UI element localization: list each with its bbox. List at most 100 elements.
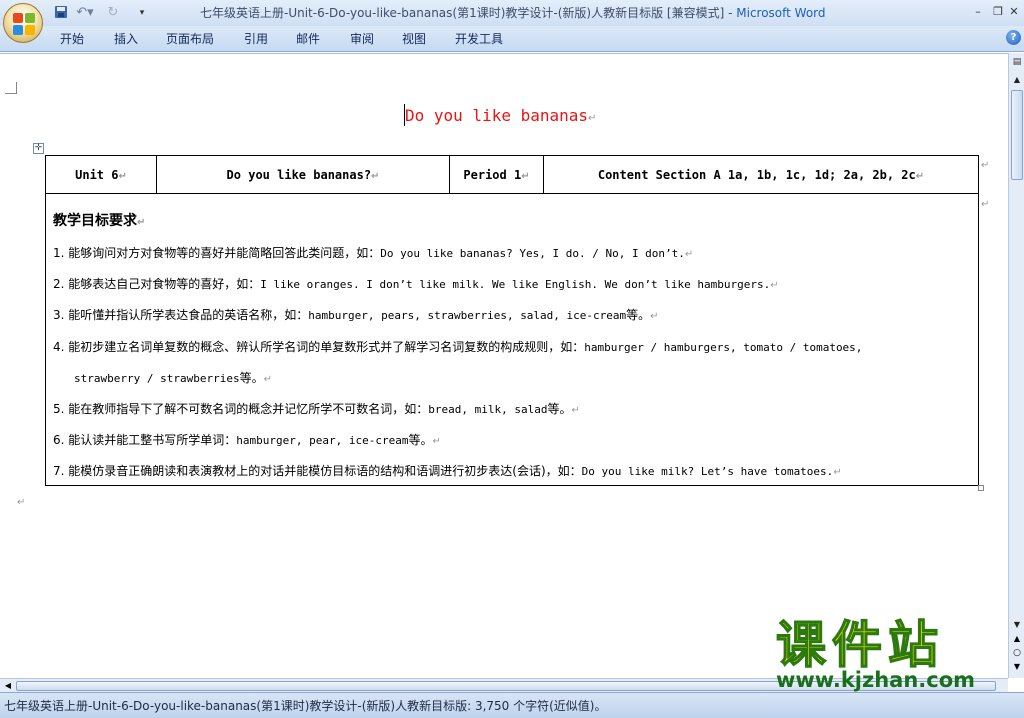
objectives-title: 教学目标要求↵ — [53, 213, 145, 231]
close-button[interactable]: ✕ — [1006, 4, 1022, 20]
view-ruler-icon[interactable]: ▤ — [1010, 56, 1024, 68]
objective-item: 4. 能初步建立名词单复数的概念、辨认所学名词的单复数形式并了解学习名词复数的构… — [53, 339, 862, 356]
undo-icon[interactable]: ↶▾ — [74, 5, 96, 21]
tab-view[interactable]: 视图 — [402, 32, 426, 46]
vertical-scrollbar[interactable]: ▤ ▲ ▼ ▲ ○ ▼ — [1008, 53, 1024, 678]
maximize-button[interactable]: ❐ — [990, 4, 1006, 20]
objective-en: Do you like milk? Let’s have tomatoes. — [581, 465, 834, 478]
objective-item: 7. 能模仿录音正确朗读和表演教材上的对话并能模仿目标语的结构和语调进行初步表达… — [53, 463, 842, 481]
paragraph-mark: ↵ — [833, 467, 842, 478]
cell-mark: ↵ — [915, 171, 925, 182]
objective-cn: 1. 能够询问对方对食物等的喜好并能简略回答此类问题，如： — [53, 246, 381, 260]
tab-mailings[interactable]: 邮件 — [296, 32, 320, 46]
objective-cn: 2. 能够表达自己对食物等的喜好，如： — [53, 277, 261, 291]
logo-tile-red — [13, 13, 23, 23]
paragraph-mark: ↵ — [263, 374, 272, 385]
minimize-button[interactable]: – — [970, 4, 986, 20]
objective-item: 5. 能在教师指导下了解不可数名词的概念并记忆所学不可数名词，如：bread, … — [53, 401, 580, 419]
row-end-mark: ↵ — [981, 160, 990, 171]
paragraph-mark: ↵ — [684, 249, 694, 260]
next-page-icon[interactable]: ▼ — [1010, 661, 1024, 673]
select-browse-object-icon[interactable]: ○ — [1010, 647, 1024, 659]
objective-cn-after: 等。 — [408, 433, 433, 447]
cell-period[interactable]: Period 1↵ — [450, 156, 543, 194]
status-text: 七年级英语上册-Unit-6-Do-you-like-bananas(第1课时)… — [4, 699, 607, 713]
lesson-table[interactable]: Unit 6↵ Do you like bananas?↵ Period 1↵ … — [45, 155, 979, 486]
scroll-down-icon[interactable]: ▼ — [1010, 618, 1024, 632]
objective-cn: 3. 能听懂并指认所学表达食品的英语名称，如： — [53, 308, 309, 322]
cell-title-text: Do you like bananas? — [226, 168, 372, 182]
objective-en: hamburger, pears, strawberries, salad, i… — [308, 309, 627, 322]
tab-references[interactable]: 引用 — [244, 32, 268, 46]
objective-en: Do you like bananas? Yes, I do. / No, I … — [380, 247, 685, 260]
after-table-paragraph-mark: ↵ — [17, 497, 26, 508]
objective-cn: 4. 能初步建立名词单复数的概念、辨认所学名词的单复数形式并了解学习名词复数的构… — [53, 340, 585, 354]
logo-tile-yellow — [25, 25, 35, 35]
previous-page-icon[interactable]: ▲ — [1010, 633, 1024, 645]
logo-tile-blue — [13, 25, 23, 35]
cell-mark: ↵ — [118, 171, 127, 182]
objectives-title-text: 教学目标要求 — [53, 213, 137, 229]
objective-item-continued: strawberry / strawberries等。↵ — [74, 370, 272, 388]
title-separator: - — [724, 6, 737, 20]
objectives-cell[interactable]: 教学目标要求↵ 1. 能够询问对方对食物等的喜好并能简略回答此类问题，如：Do … — [46, 195, 978, 485]
status-bar: 七年级英语上册-Unit-6-Do-you-like-bananas(第1课时)… — [0, 692, 1024, 718]
objective-item: 3. 能听懂并指认所学表达食品的英语名称，如：hamburger, pears,… — [53, 307, 659, 325]
cell-mark: ↵ — [521, 171, 530, 182]
save-icon[interactable] — [53, 5, 69, 21]
cell-unit-text: Unit 6 — [75, 168, 119, 182]
document-title: 七年级英语上册-Unit-6-Do-you-like-bananas(第1课时)… — [200, 6, 725, 20]
objective-cn: 6. 能认读并能工整书写所学单词： — [53, 433, 237, 447]
cell-period-text: Period 1 — [463, 168, 522, 182]
watermark-url: www.kjzhan.com — [776, 668, 976, 692]
objective-en: bread, milk, salad — [428, 403, 548, 416]
objective-en: hamburger / hamburgers, tomato / tomatoe… — [584, 341, 863, 354]
ribbon-tabs: 开始 插入 页面布局 引用 邮件 审阅 视图 开发工具 ? — [0, 26, 1024, 52]
window-title: 七年级英语上册-Unit-6-Do-you-like-bananas(第1课时)… — [200, 5, 826, 21]
table-header-row: Unit 6↵ Do you like bananas?↵ Period 1↵ … — [46, 156, 978, 194]
scroll-left-icon[interactable]: ◀ — [2, 680, 14, 692]
office-logo-icon — [13, 13, 35, 35]
page-corner-marker — [5, 82, 17, 94]
heading-text: Do you like bananas — [405, 106, 589, 125]
objective-item: 6. 能认读并能工整书写所学单词：hamburger, pear, ice-cr… — [53, 432, 441, 450]
title-bar: ↶▾ ↻ ▾ 七年级英语上册-Unit-6-Do-you-like-banana… — [0, 0, 1024, 26]
paragraph-mark: ↵ — [571, 405, 580, 416]
cell-mark: ↵ — [371, 171, 380, 182]
watermark-chinese: 课件站 — [775, 616, 944, 674]
vertical-scroll-thumb[interactable] — [1011, 90, 1023, 180]
objective-en: I like oranges. I don’t like milk. We li… — [260, 278, 771, 291]
tab-home[interactable]: 开始 — [60, 32, 84, 46]
objective-en: hamburger, pear, ice-cream — [236, 434, 409, 447]
objective-item: 1. 能够询问对方对食物等的喜好并能简略回答此类问题，如：Do you like… — [53, 245, 693, 263]
customize-quick-access-icon[interactable]: ▾ — [136, 5, 148, 21]
redo-icon[interactable]: ↻ — [104, 5, 122, 21]
objective-cn: 7. 能模仿录音正确朗读和表演教材上的对话并能模仿目标语的结构和语调进行初步表达… — [53, 464, 582, 478]
cell-title[interactable]: Do you like bananas?↵ — [157, 156, 449, 194]
office-button[interactable] — [3, 3, 43, 43]
paragraph-mark: ↵ — [432, 436, 441, 447]
paragraph-mark: ↵ — [588, 113, 597, 124]
scroll-up-icon[interactable]: ▲ — [1010, 73, 1024, 87]
tab-review[interactable]: 审阅 — [350, 32, 374, 46]
tab-insert[interactable]: 插入 — [114, 32, 138, 46]
objective-cn-after: 等。 — [239, 371, 264, 385]
paragraph-mark: ↵ — [650, 311, 659, 322]
watermark-logo: 课件站 www.kjzhan.com — [770, 616, 1010, 694]
app-name: Microsoft Word — [736, 6, 826, 20]
logo-tile-green — [25, 13, 35, 23]
tab-developer[interactable]: 开发工具 — [455, 32, 503, 46]
cell-content[interactable]: Content Section A 1a, 1b, 1c, 1d; 2a, 2b… — [544, 156, 978, 194]
cell-unit[interactable]: Unit 6↵ — [46, 156, 156, 194]
cell-content-text: Content Section A 1a, 1b, 1c, 1d; 2a, 2b… — [597, 168, 916, 182]
objective-cn-after: 等。 — [626, 308, 651, 322]
document-heading[interactable]: Do you like bananas↵ — [405, 106, 596, 129]
table-resize-handle[interactable] — [978, 485, 984, 491]
row-end-mark: ↵ — [981, 199, 990, 210]
tab-page-layout[interactable]: 页面布局 — [166, 32, 214, 46]
paragraph-mark: ↵ — [137, 217, 146, 228]
help-icon[interactable]: ? — [1006, 30, 1021, 45]
table-move-handle-icon[interactable]: ✛ — [33, 143, 44, 154]
objective-en: strawberry / strawberries — [74, 372, 240, 385]
objective-cn: 5. 能在教师指导下了解不可数名词的概念并记忆所学不可数名词，如： — [53, 402, 429, 416]
